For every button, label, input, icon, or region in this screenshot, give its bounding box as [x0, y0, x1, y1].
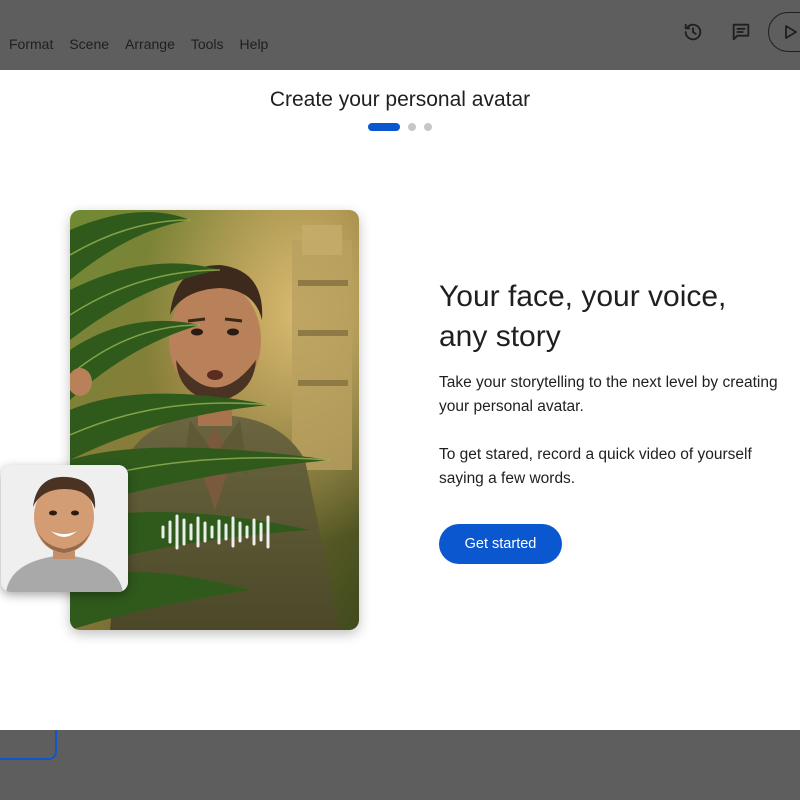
- app-bottom-dimmed: [0, 730, 800, 800]
- menu-help[interactable]: Help: [240, 36, 269, 52]
- menu-arrange[interactable]: Arrange: [125, 36, 175, 52]
- audio-waveform-icon: [161, 514, 270, 550]
- play-icon: [785, 25, 797, 39]
- avatar-onboarding-dialog: Create your personal avatar Your face, y…: [0, 70, 800, 730]
- dialog-title: Create your personal avatar: [269, 88, 531, 111]
- present-button[interactable]: [768, 12, 800, 52]
- history-icon[interactable]: [679, 18, 707, 46]
- menu-bar: Format Scene Arrange Tools Help: [9, 36, 268, 52]
- headline: Your face, your voice, any story: [439, 280, 727, 353]
- app-toolbar-dimmed: Format Scene Arrange Tools Help: [0, 0, 800, 70]
- get-started-button[interactable]: Get started: [439, 524, 562, 564]
- step-indicator: [368, 123, 432, 131]
- step-dot-active[interactable]: [368, 123, 400, 131]
- step-dot[interactable]: [408, 123, 416, 131]
- selfie-thumbnail: [1, 465, 128, 592]
- menu-scene[interactable]: Scene: [69, 36, 109, 52]
- comment-icon[interactable]: [727, 18, 755, 46]
- selected-slide-thumbnail[interactable]: [0, 730, 57, 760]
- menu-format[interactable]: Format: [9, 36, 53, 52]
- menu-tools[interactable]: Tools: [191, 36, 224, 52]
- step-dot[interactable]: [424, 123, 432, 131]
- instruction-text: To get stared, record a quick video of y…: [439, 446, 752, 487]
- description-text: Take your storytelling to the next level…: [439, 374, 778, 415]
